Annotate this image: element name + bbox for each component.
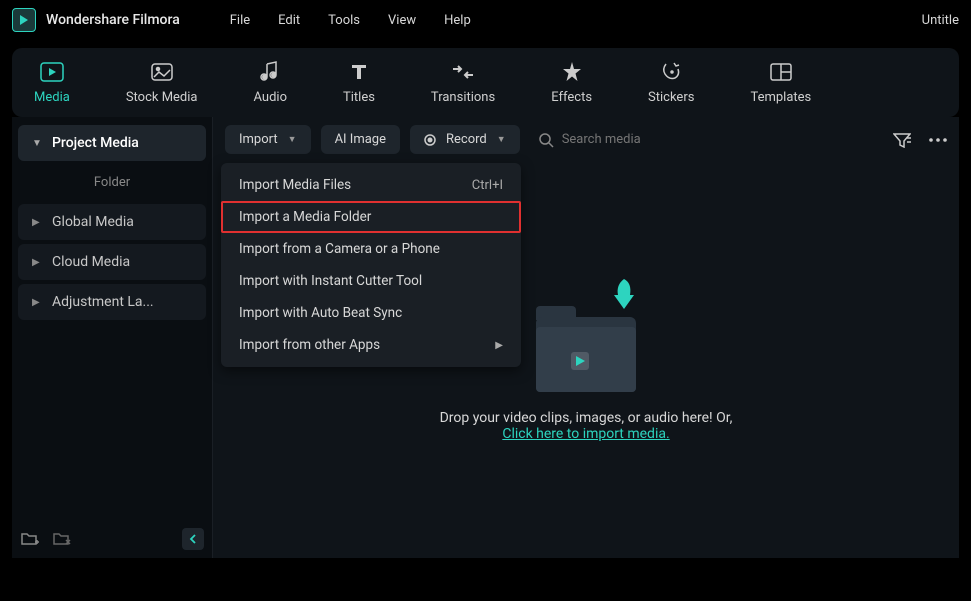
search-wrap [538,132,883,148]
sidebar-item-project-media[interactable]: ▼ Project Media [18,125,206,161]
chevron-right-icon: ▶ [32,257,44,268]
sidebar: ▼ Project Media Folder ▶ Global Media ▶ … [12,117,212,558]
drop-text: Drop your video clips, images, or audio … [440,410,733,442]
new-folder-icon[interactable] [20,529,40,549]
menu-edit[interactable]: Edit [278,13,300,28]
window-title: Untitle [922,13,959,28]
templates-icon [769,60,793,84]
search-input[interactable] [562,132,762,147]
stickers-icon [659,60,683,84]
app-logo-wrap: Wondershare Filmora [12,8,180,32]
record-icon [424,134,436,146]
sidebar-item-adjustment-layer[interactable]: ▶ Adjustment La... [18,284,206,320]
tab-titles[interactable]: Titles [335,56,383,109]
tab-transitions[interactable]: Transitions [423,56,503,109]
tab-effects[interactable]: Effects [543,56,600,109]
dd-import-auto-beat-sync[interactable]: Import with Auto Beat Sync [221,297,521,329]
tab-audio[interactable]: Audio [246,56,295,109]
chevron-right-icon: ▶ [32,217,44,228]
chevron-right-icon: ▶ [32,297,44,308]
audio-icon [258,60,282,84]
chevron-down-icon: ▼ [32,138,44,149]
chevron-down-icon: ▼ [497,134,506,145]
more-icon[interactable] [929,138,947,142]
menu-help[interactable]: Help [444,13,471,28]
sidebar-item-folder[interactable]: Folder [18,165,206,200]
menu-tools[interactable]: Tools [328,13,360,28]
chevron-right-icon: ▶ [495,340,503,351]
tab-templates[interactable]: Templates [742,56,819,109]
search-icon [538,132,554,148]
import-button[interactable]: Import ▼ [225,125,311,154]
main-top-bar: Import ▼ AI Image Record ▼ [213,117,959,162]
filter-icon[interactable] [893,132,911,148]
dd-import-media-folder[interactable]: Import a Media Folder [221,201,521,233]
tab-media[interactable]: Media [26,56,78,109]
body-wrap: ▼ Project Media Folder ▶ Global Media ▶ … [0,117,971,558]
dd-import-media-files[interactable]: Import Media Files Ctrl+I [221,169,521,201]
import-dropdown: Import Media Files Ctrl+I Import a Media… [221,163,521,367]
import-link[interactable]: Click here to import media. [502,426,669,442]
chevron-down-icon: ▼ [288,134,297,145]
dd-import-other-apps[interactable]: Import from other Apps ▶ [221,329,521,361]
main-toolbar: Media Stock Media Audio Titles Transitio… [12,48,959,117]
record-button[interactable]: Record ▼ [410,125,520,154]
dd-import-instant-cutter[interactable]: Import with Instant Cutter Tool [221,265,521,297]
folder-illustration [526,282,646,392]
menubar: File Edit Tools View Help [230,13,471,28]
sidebar-item-cloud-media[interactable]: ▶ Cloud Media [18,244,206,280]
stock-media-icon [150,60,174,84]
app-name: Wondershare Filmora [46,12,180,28]
tab-stock-media[interactable]: Stock Media [118,56,206,109]
menu-view[interactable]: View [388,13,416,28]
sidebar-bottom [20,528,204,550]
filmora-logo-icon [571,352,589,370]
effects-icon [560,60,584,84]
dd-import-camera-phone[interactable]: Import from a Camera or a Phone [221,233,521,265]
top-right-icons [893,132,947,148]
tab-stickers[interactable]: Stickers [640,56,702,109]
app-logo-icon [12,8,36,32]
ai-image-button[interactable]: AI Image [321,125,400,154]
sidebar-item-global-media[interactable]: ▶ Global Media [18,204,206,240]
download-arrow-icon [606,277,636,313]
titles-icon [347,60,371,84]
media-icon [40,60,64,84]
transitions-icon [451,60,475,84]
titlebar: Wondershare Filmora File Edit Tools View… [0,0,971,40]
toolbar-wrap: Media Stock Media Audio Titles Transitio… [0,40,971,117]
main-panel: Import ▼ AI Image Record ▼ Import [212,117,959,558]
menu-file[interactable]: File [230,13,250,28]
collapse-sidebar-button[interactable] [182,528,204,550]
delete-folder-icon[interactable] [52,529,72,549]
